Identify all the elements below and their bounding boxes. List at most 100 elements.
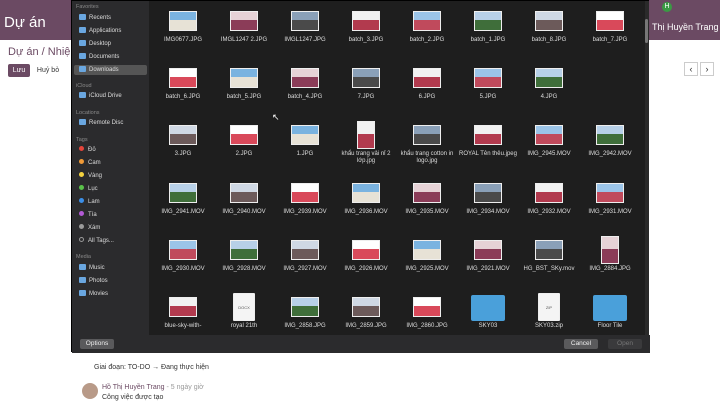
sidebar-item-movies[interactable]: Movies bbox=[74, 289, 147, 299]
file-item[interactable]: IMG_2928.MOV bbox=[214, 236, 274, 286]
sidebar-tag-6[interactable]: Xám bbox=[74, 223, 147, 233]
scrollbar-thumb[interactable] bbox=[645, 19, 648, 43]
file-item[interactable]: IMG_2858.JPG bbox=[275, 293, 335, 335]
sidebar-tag-3[interactable]: Lục bbox=[74, 184, 147, 194]
file-item[interactable]: IMG_2921.MOV bbox=[458, 236, 518, 286]
sidebar-section-title: Locations bbox=[76, 110, 100, 116]
file-item[interactable]: 1.JPG bbox=[275, 121, 335, 171]
file-item[interactable]: blue-sky-with- bbox=[153, 293, 213, 335]
file-item[interactable]: batch_4.JPG bbox=[275, 64, 335, 114]
file-item[interactable]: IMG_2927.MOV bbox=[275, 236, 335, 286]
file-item[interactable]: IMG_2859.JPG bbox=[336, 293, 396, 335]
sidebar-item-label: Cam bbox=[88, 160, 101, 166]
file-item[interactable]: IMG_2926.MOV bbox=[336, 236, 396, 286]
sidebar-item-recents[interactable]: Recents bbox=[74, 13, 147, 23]
file-item[interactable]: khẩu trang cotton in logo.jpg bbox=[397, 121, 457, 171]
sidebar-item-desktop[interactable]: Desktop bbox=[74, 39, 147, 49]
breadcrumb[interactable]: Dự án / Nhiệm bbox=[8, 46, 80, 58]
file-name: batch_6.JPG bbox=[165, 94, 201, 100]
sidebar-tag-2[interactable]: Vàng bbox=[74, 171, 147, 181]
thumbnail-bottom bbox=[353, 77, 379, 87]
scrollbar-track[interactable] bbox=[645, 1, 649, 335]
file-item[interactable]: IMG_2934.MOV bbox=[458, 179, 518, 229]
sidebar-item-documents[interactable]: Documents bbox=[74, 52, 147, 62]
file-item[interactable]: ZIP SKY03.zip bbox=[519, 293, 579, 335]
file-item[interactable]: batch_7.JPG bbox=[580, 7, 640, 57]
next-record-button[interactable]: › bbox=[700, 62, 714, 76]
sidebar-item-downloads[interactable]: Downloads bbox=[74, 65, 147, 75]
thumbnail-top bbox=[231, 241, 257, 250]
dialog-sidebar: Favorites Recents Applications Desktop Docum… bbox=[72, 1, 149, 335]
cancel-button[interactable]: Cancel bbox=[564, 339, 598, 349]
file-item[interactable]: ROYAL Tên thêu.jpeg bbox=[458, 121, 518, 171]
author-name[interactable]: Hồ Thị Huyền Trang bbox=[102, 384, 165, 391]
sidebar-tag-0[interactable]: Đỏ bbox=[74, 145, 147, 155]
file-name: IMG_2927.MOV bbox=[283, 266, 327, 272]
file-name: IMG_2936.MOV bbox=[344, 209, 388, 215]
file-item[interactable]: 2.JPG bbox=[214, 121, 274, 171]
file-item[interactable]: IMG_2935.MOV bbox=[397, 179, 457, 229]
prev-record-button[interactable]: ‹ bbox=[684, 62, 698, 76]
file-item[interactable]: 5.JPG bbox=[458, 64, 518, 114]
thumbnail-top bbox=[292, 69, 318, 78]
user-name[interactable]: Thị Huyền Trang bbox=[652, 22, 719, 32]
sidebar-item-label: Desktop bbox=[89, 41, 112, 47]
sidebar-tag-7[interactable]: All Tags... bbox=[74, 236, 147, 246]
thumbnail-top bbox=[602, 237, 618, 249]
sidebar-tag-4[interactable]: Lam bbox=[74, 197, 147, 207]
file-item[interactable]: batch_1.JPG bbox=[458, 7, 518, 57]
file-item[interactable]: IMG_2925.MOV bbox=[397, 236, 457, 286]
file-item[interactable]: 4.JPG bbox=[519, 64, 579, 114]
folder-icon bbox=[593, 295, 627, 321]
thumbnail-top bbox=[353, 298, 379, 307]
file-item[interactable]: IMG_2932.MOV bbox=[519, 179, 579, 229]
file-item[interactable]: batch_3.JPG bbox=[336, 7, 396, 57]
file-item[interactable]: IMG_2945.MOV bbox=[519, 121, 579, 171]
file-item[interactable]: IMG_2930.MOV bbox=[153, 236, 213, 286]
app-title[interactable]: Dự án bbox=[4, 14, 46, 31]
open-button[interactable]: Open bbox=[608, 339, 642, 349]
file-item[interactable]: 7.JPG bbox=[336, 64, 396, 114]
image-thumbnail bbox=[291, 297, 319, 317]
sidebar-tag-5[interactable]: Tía bbox=[74, 210, 147, 220]
file-item[interactable]: 6.JPG bbox=[397, 64, 457, 114]
save-button[interactable]: Lưu bbox=[8, 64, 30, 77]
file-name: IMG_2884.JPG bbox=[589, 266, 631, 272]
sidebar-item-remote-disc[interactable]: Remote Disc bbox=[74, 118, 147, 128]
file-item[interactable]: IMG_2941.MOV bbox=[153, 179, 213, 229]
file-item[interactable]: IMG_2940.MOV bbox=[214, 179, 274, 229]
file-item[interactable]: IMG_2931.MOV bbox=[580, 179, 640, 229]
file-item[interactable]: IMGL1247 2.JPG bbox=[214, 7, 274, 57]
sidebar-tag-1[interactable]: Cam bbox=[74, 158, 147, 168]
discard-button[interactable]: Huỷ bỏ bbox=[34, 64, 62, 77]
file-item[interactable]: Floor Tile bbox=[580, 293, 640, 335]
thumbnail-top bbox=[170, 184, 196, 193]
file-item[interactable]: batch_2.JPG bbox=[397, 7, 457, 57]
file-item[interactable]: IMG_2942.MOV bbox=[580, 121, 640, 171]
file-item[interactable]: SKY03 bbox=[458, 293, 518, 335]
options-button[interactable]: Options bbox=[80, 339, 114, 349]
file-item[interactable]: IMG0677.JPG bbox=[153, 7, 213, 57]
file-item[interactable]: IMG_2936.MOV bbox=[336, 179, 396, 229]
file-item[interactable]: batch_8.JPG bbox=[519, 7, 579, 57]
sidebar-item-photos[interactable]: Photos bbox=[74, 276, 147, 286]
file-item[interactable]: 3.JPG bbox=[153, 121, 213, 171]
sidebar-item-applications[interactable]: Applications bbox=[74, 26, 147, 36]
thumbnail-top bbox=[475, 126, 501, 135]
user-avatar[interactable]: H bbox=[662, 2, 672, 12]
file-item[interactable]: DOCX royal 21th bbox=[214, 293, 274, 335]
file-item[interactable]: IMG_2939.MOV bbox=[275, 179, 335, 229]
file-item[interactable]: khẩu trang vải nỉ 2 lớp.jpg bbox=[336, 121, 396, 171]
sidebar-item-music[interactable]: Music bbox=[74, 263, 147, 273]
file-item[interactable]: IMG_2860.JPG bbox=[397, 293, 457, 335]
file-item[interactable]: IMGL1247.JPG bbox=[275, 7, 335, 57]
thumbnail-bottom bbox=[292, 306, 318, 316]
file-item[interactable]: HG_BST_SKy.mov bbox=[519, 236, 579, 286]
file-item[interactable]: IMG_2884.JPG bbox=[580, 236, 640, 286]
thumbnail-bottom bbox=[353, 249, 379, 259]
downloads-icon bbox=[79, 66, 86, 72]
desktop-icon bbox=[79, 40, 86, 46]
file-item[interactable]: batch_6.JPG bbox=[153, 64, 213, 114]
sidebar-item-icloud-drive[interactable]: iCloud Drive bbox=[74, 91, 147, 101]
file-item[interactable]: batch_5.JPG bbox=[214, 64, 274, 114]
